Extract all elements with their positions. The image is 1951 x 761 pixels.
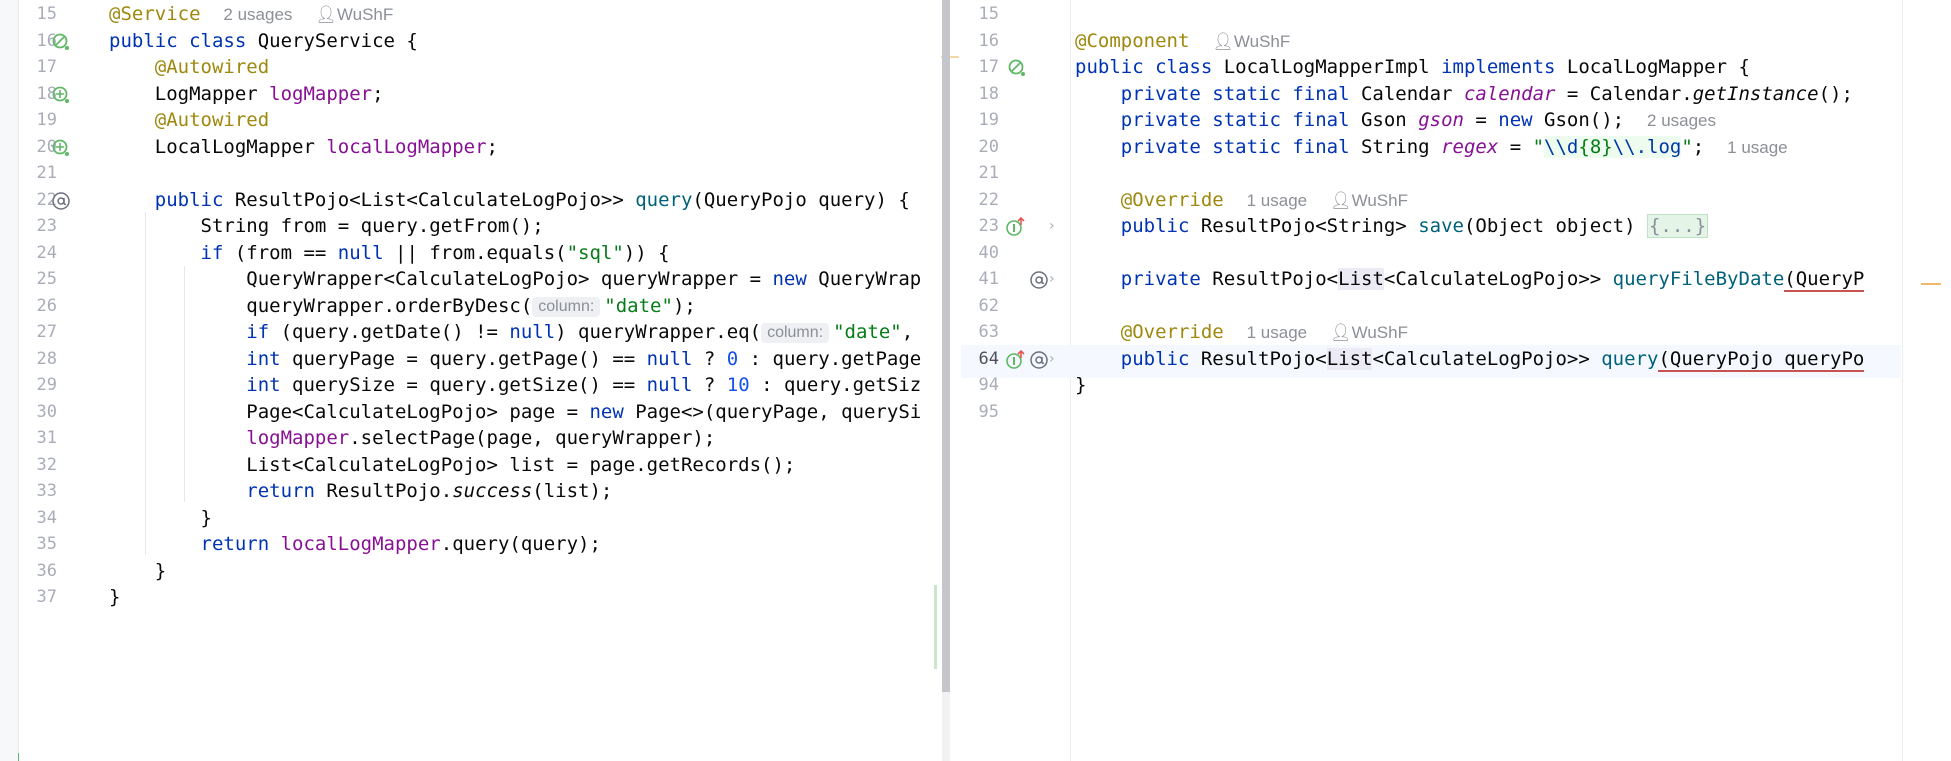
code-text: LogMapper logMapper;: [154, 82, 384, 105]
user-icon: 👤︎: [1330, 323, 1352, 342]
param-hint: column:: [761, 323, 830, 343]
folded-region[interactable]: {...}: [1646, 214, 1709, 238]
code-text: private static final Calendar calendar =…: [1120, 82, 1853, 105]
code-text: int queryPage = query.getPage() == null …: [246, 347, 922, 370]
code-text: public class LocalLogMapperImpl implemen…: [1075, 56, 1750, 78]
chevron-right-icon[interactable]: ›: [1049, 270, 1055, 288]
code-text: }: [1075, 374, 1087, 396]
line-number: 95: [978, 401, 999, 422]
chevron-right-icon[interactable]: ›: [1049, 350, 1055, 368]
error-stripe-mark[interactable]: [1921, 283, 1941, 285]
usages-hint[interactable]: 1 usage: [1247, 191, 1308, 210]
code-text: LocalLogMapper localLogMapper;: [154, 135, 498, 158]
user-icon: 👤︎: [1212, 31, 1234, 51]
code-text: @Autowired: [154, 109, 270, 131]
code-text: QueryWrapper<CalculateLogPojo> queryWrap…: [246, 268, 922, 290]
author-hint[interactable]: WuShF: [1234, 32, 1290, 51]
right-editor-pane[interactable]: 15 16 @Component 👤︎WuShF 17 public class…: [961, 0, 1901, 761]
change-marker: [934, 585, 937, 669]
code-line[interactable]: 95: [961, 398, 1901, 431]
code-text: @Component 👤︎WuShF: [1075, 29, 1291, 52]
spring-bean-icon[interactable]: [51, 32, 71, 52]
usages-hint[interactable]: 2 usages: [223, 5, 292, 24]
code-text: public ResultPojo<List<CalculateLogPojo>…: [1120, 347, 1865, 372]
param-hint: column:: [532, 296, 601, 317]
code-text: private static final String regex = "\\d…: [1120, 135, 1788, 158]
code-text: return ResultPojo.success(list);: [246, 480, 613, 502]
chevron-right-icon[interactable]: ›: [1049, 217, 1055, 235]
code-text: String from = query.getFrom();: [200, 215, 544, 237]
left-editor-pane[interactable]: 15 @Service 2 usages 👤︎WuShF 16 public c…: [19, 0, 960, 761]
code-text: if (query.getDate() != null) queryWrappe…: [246, 321, 914, 343]
code-text: return localLogMapper.query(query);: [200, 533, 601, 555]
code-text: queryWrapper.orderByDesc(column: "date");: [246, 294, 696, 317]
author-hint[interactable]: WuShF: [1352, 323, 1408, 342]
code-text: int querySize = query.getSize() == null …: [246, 374, 922, 396]
code-text: @Autowired: [154, 56, 270, 78]
code-text: Page<CalculateLogPojo> page = new Page<>…: [246, 400, 922, 423]
user-icon: 👤︎: [315, 5, 337, 24]
left-tool-strip: [0, 0, 21, 761]
spring-bean-icon[interactable]: [51, 85, 71, 105]
code-text: }: [200, 506, 212, 529]
code-text: public ResultPojo<List<CalculateLogPojo>…: [154, 188, 910, 211]
at-icon[interactable]: [1029, 270, 1049, 290]
code-text: @Service 2 usages 👤︎WuShF: [109, 3, 394, 25]
code-text: private ResultPojo<List<CalculateLogPojo…: [1120, 268, 1865, 292]
user-icon: 👤︎: [1330, 190, 1352, 210]
code-line[interactable]: 37 }: [19, 583, 960, 616]
code-text: logMapper.selectPage(page, queryWrapper)…: [246, 427, 716, 449]
code-text: public ResultPojo<String> save(Object ob…: [1120, 214, 1709, 238]
at-icon[interactable]: [51, 191, 71, 211]
code-text: public class QueryService {: [109, 29, 418, 52]
implemented-icon[interactable]: [1005, 217, 1025, 237]
spring-bean-icon[interactable]: [1007, 58, 1027, 78]
right-vertical-scrollbar[interactable]: [1902, 0, 1951, 761]
usages-hint[interactable]: 1 usage: [1727, 138, 1788, 157]
line-number: 37: [36, 587, 57, 607]
code-text: @Override 1 usage 👤︎WuShF: [1120, 188, 1408, 211]
author-hint[interactable]: WuShF: [337, 5, 393, 24]
scrollbar-thumb[interactable]: [942, 0, 950, 692]
code-text: List<CalculateLogPojo> list = page.getRe…: [246, 453, 796, 476]
usages-hint[interactable]: 1 usage: [1247, 323, 1308, 342]
code-text: if (from == null || from.equals("sql")) …: [200, 241, 670, 264]
at-icon[interactable]: [1029, 350, 1049, 370]
usages-hint[interactable]: 2 usages: [1647, 111, 1716, 130]
spring-bean-icon[interactable]: [51, 138, 71, 158]
code-text: }: [109, 586, 121, 608]
code-text: @Override 1 usage 👤︎WuShF: [1120, 321, 1408, 343]
author-hint[interactable]: WuShF: [1352, 191, 1408, 210]
left-vertical-scrollbar[interactable]: [942, 0, 950, 761]
code-text: }: [154, 559, 167, 582]
code-text: private static final Gson gson = new Gso…: [1120, 109, 1717, 131]
implemented-icon[interactable]: [1005, 349, 1025, 370]
